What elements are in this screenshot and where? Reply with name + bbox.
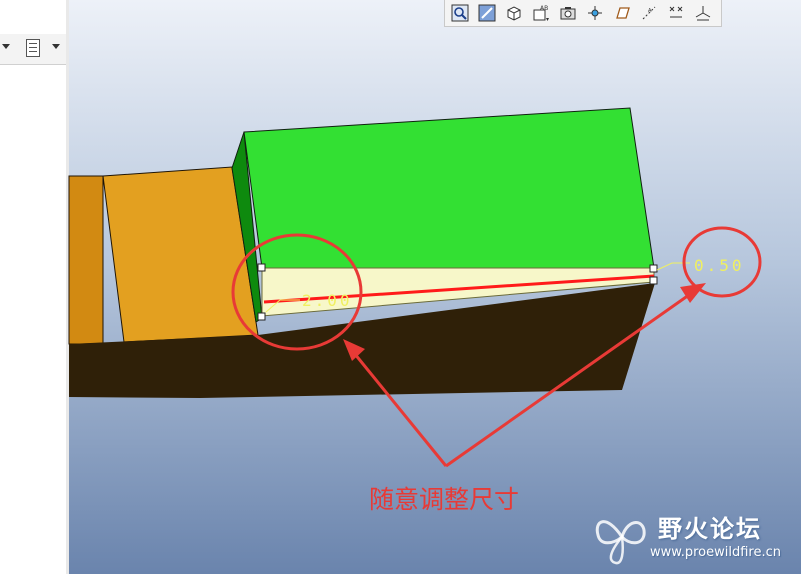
orange-block-top-face: [68, 175, 104, 345]
green-block-top-face: [243, 107, 655, 269]
annotation-label: 随意调整尺寸: [369, 485, 519, 514]
svg-text:A: A: [648, 8, 652, 14]
drag-handle[interactable]: [257, 312, 266, 321]
axis-display-icon[interactable]: A: [637, 2, 661, 24]
zoom-window-icon[interactable]: [448, 2, 472, 24]
shade-mode-icon[interactable]: [502, 2, 526, 24]
butterfly-logo-icon: [595, 520, 646, 565]
plane-display-icon[interactable]: [610, 2, 634, 24]
named-view-icon[interactable]: AB: [529, 2, 553, 24]
svg-text:AB: AB: [540, 5, 548, 12]
watermark-title: 野火论坛: [658, 515, 762, 543]
snapshot-icon[interactable]: [556, 2, 580, 24]
dimension-value-left[interactable]: 2.00: [302, 291, 353, 310]
model-scene: 2.00 0.50 随意调整尺寸: [68, 107, 762, 514]
view-toolbar: AB A: [444, 0, 722, 27]
csys-display-icon[interactable]: [691, 2, 715, 24]
forum-watermark: 野火论坛 www.proewildfire.cn: [588, 505, 798, 571]
dimension-value-right[interactable]: 0.50: [694, 256, 745, 275]
drag-handle[interactable]: [649, 276, 658, 285]
drag-handle[interactable]: [649, 264, 658, 273]
point-display-icon[interactable]: [664, 2, 688, 24]
watermark-url: www.proewildfire.cn: [650, 545, 781, 560]
orange-block-front-face: [102, 166, 259, 343]
drag-handle[interactable]: [257, 263, 266, 272]
view-orient-icon[interactable]: [475, 2, 499, 24]
spin-center-icon[interactable]: [583, 2, 607, 24]
